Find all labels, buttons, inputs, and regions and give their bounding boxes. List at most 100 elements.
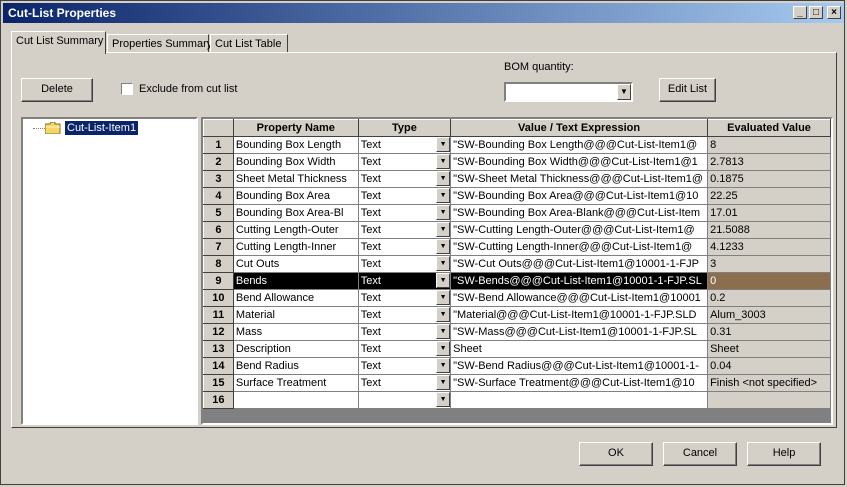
column-header-evaluated-value[interactable]: Evaluated Value [707,119,831,137]
type-cell[interactable]: Text ▼ [357,136,452,154]
type-cell[interactable]: Text ▼ [357,374,452,392]
row-number[interactable]: 8 [203,255,234,273]
row-number[interactable]: 3 [203,170,234,188]
row-number[interactable]: 16 [203,391,234,409]
property-name-cell[interactable]: Description [232,340,359,358]
chevron-down-icon[interactable]: ▼ [436,341,450,356]
maximize-button[interactable]: □ [809,6,823,19]
type-cell[interactable]: Text ▼ [357,306,452,324]
close-button[interactable]: × [827,6,841,19]
value-expression-cell[interactable]: "SW-Cutting Length-Outer@@@Cut-List-Item… [450,221,709,239]
row-number[interactable]: 11 [203,306,234,324]
property-name-cell[interactable]: Cut Outs [232,255,359,273]
table-row[interactable]: 15 Surface Treatment Text ▼ "SW-Surface Trea… [203,374,831,392]
table-row[interactable]: 7 Cutting Length-Inner Text ▼ "SW-Cutting Le… [203,238,831,256]
chevron-down-icon[interactable]: ▼ [436,307,450,322]
column-header-property-name[interactable]: Property Name [232,119,359,137]
bom-quantity-select[interactable]: ▼ [504,82,633,102]
property-name-cell[interactable]: Bend Allowance [232,289,359,307]
chevron-down-icon[interactable]: ▼ [436,171,450,186]
table-row[interactable]: 5 Bounding Box Area-Bl Text ▼ "SW-Bounding B… [203,204,831,222]
property-name-cell[interactable] [232,391,359,409]
chevron-down-icon[interactable]: ▼ [617,84,631,100]
table-row[interactable]: 2 Bounding Box Width Text ▼ "SW-Bounding Box… [203,153,831,171]
chevron-down-icon[interactable]: ▼ [436,392,450,407]
help-button[interactable]: Help [747,442,821,466]
ok-button[interactable]: OK [579,442,653,466]
value-expression-cell[interactable]: "SW-Mass@@@Cut-List-Item1@10001-1-FJP.SL [450,323,709,341]
property-name-cell[interactable]: Cutting Length-Inner [232,238,359,256]
row-number[interactable]: 2 [203,153,234,171]
type-cell[interactable]: Text ▼ [357,323,452,341]
type-cell[interactable]: Text ▼ [357,357,452,375]
property-name-cell[interactable]: Bounding Box Width [232,153,359,171]
tab-cut-list-summary[interactable]: Cut List Summary [11,31,106,54]
type-cell[interactable]: Text ▼ [357,187,452,205]
edit-list-button[interactable]: Edit List [659,78,716,102]
row-number[interactable]: 6 [203,221,234,239]
cut-list-tree[interactable]: Cut-List-Item1 [21,117,198,425]
tree-item-cut-list-item1[interactable]: Cut-List-Item1 [65,121,139,135]
value-expression-cell[interactable]: "SW-Cut Outs@@@Cut-List-Item1@10001-1-FJ… [450,255,709,273]
value-expression-cell[interactable]: "SW-Surface Treatment@@@Cut-List-Item1@1… [450,374,709,392]
type-cell[interactable]: Text ▼ [357,238,452,256]
type-cell[interactable]: Text ▼ [357,255,452,273]
chevron-down-icon[interactable]: ▼ [436,154,450,169]
row-number[interactable]: 5 [203,204,234,222]
chevron-down-icon[interactable]: ▼ [436,239,450,254]
property-name-cell[interactable]: Bounding Box Length [232,136,359,154]
chevron-down-icon[interactable]: ▼ [436,290,450,305]
title-bar[interactable]: Cut-List Properties _ □ × [3,3,844,23]
type-cell[interactable]: Text ▼ [357,221,452,239]
property-name-cell[interactable]: Surface Treatment [232,374,359,392]
minimize-button[interactable]: _ [793,6,807,19]
value-expression-cell[interactable]: "Material@@@Cut-List-Item1@10001-1-FJP.S… [450,306,709,324]
table-row[interactable]: 3 Sheet Metal Thickness Text ▼ "SW-Sheet Met… [203,170,831,188]
row-number[interactable]: 1 [203,136,234,154]
row-number[interactable]: 15 [203,374,234,392]
table-row[interactable]: 9 Bends Text ▼ "SW-Bends@@@Cut-List-Item1@10… [203,272,831,290]
table-row[interactable]: 12 Mass Text ▼ "SW-Mass@@@Cut-List-Item1@100… [203,323,831,341]
cancel-button[interactable]: Cancel [663,442,737,466]
value-expression-cell[interactable]: "SW-Bounding Box Width@@@Cut-List-Item1@… [450,153,709,171]
table-row[interactable]: 4 Bounding Box Area Text ▼ "SW-Bounding Box … [203,187,831,205]
value-expression-cell[interactable]: "SW-Bend Allowance@@@Cut-List-Item1@1000… [450,289,709,307]
property-name-cell[interactable]: Mass [232,323,359,341]
type-cell[interactable]: Text ▼ [357,340,452,358]
type-cell[interactable]: Text ▼ [357,204,452,222]
value-expression-cell[interactable]: "SW-Bends@@@Cut-List-Item1@10001-1-FJP.S… [450,272,709,290]
tab-cut-list-table[interactable]: Cut List Table [210,34,288,53]
table-row[interactable]: 1 Bounding Box Length Text ▼ "SW-Bounding Bo… [203,136,831,154]
property-name-cell[interactable]: Material [232,306,359,324]
value-expression-cell[interactable]: "SW-Bounding Box Length@@@Cut-List-Item1… [450,136,709,154]
chevron-down-icon[interactable]: ▼ [436,375,450,390]
chevron-down-icon[interactable]: ▼ [436,205,450,220]
chevron-down-icon[interactable]: ▼ [436,358,450,373]
value-expression-cell[interactable]: "SW-Bounding Box Area@@@Cut-List-Item1@1… [450,187,709,205]
value-expression-cell[interactable]: "SW-Bounding Box Area-Blank@@@Cut-List-I… [450,204,709,222]
value-expression-cell[interactable]: "SW-Bend Radius@@@Cut-List-Item1@10001-1… [450,357,709,375]
row-number[interactable]: 13 [203,340,234,358]
property-name-cell[interactable]: Bounding Box Area [232,187,359,205]
table-row[interactable]: 16 ▼ [203,391,831,409]
table-row[interactable]: 8 Cut Outs Text ▼ "SW-Cut Outs@@@Cut-List-It… [203,255,831,273]
row-number[interactable]: 9 [203,272,234,290]
chevron-down-icon[interactable]: ▼ [436,256,450,271]
value-expression-cell[interactable] [450,391,709,409]
chevron-down-icon[interactable]: ▼ [436,222,450,237]
row-number[interactable]: 7 [203,238,234,256]
property-name-cell[interactable]: Bends [232,272,359,290]
column-header-type[interactable]: Type [357,119,452,137]
chevron-down-icon[interactable]: ▼ [436,188,450,203]
type-cell[interactable]: Text ▼ [357,153,452,171]
chevron-down-icon[interactable]: ▼ [436,273,450,288]
property-name-cell[interactable]: Bounding Box Area-Bl [232,204,359,222]
row-number[interactable]: 12 [203,323,234,341]
row-number[interactable]: 14 [203,357,234,375]
table-row[interactable]: 14 Bend Radius Text ▼ "SW-Bend Radius@@@Cut-… [203,357,831,375]
property-name-cell[interactable]: Cutting Length-Outer [232,221,359,239]
table-row[interactable]: 10 Bend Allowance Text ▼ "SW-Bend Allowance@… [203,289,831,307]
value-expression-cell[interactable]: Sheet [450,340,709,358]
table-row[interactable]: 11 Material Text ▼ "Material@@@Cut-List-Item… [203,306,831,324]
column-header-value[interactable]: Value / Text Expression [450,119,709,137]
